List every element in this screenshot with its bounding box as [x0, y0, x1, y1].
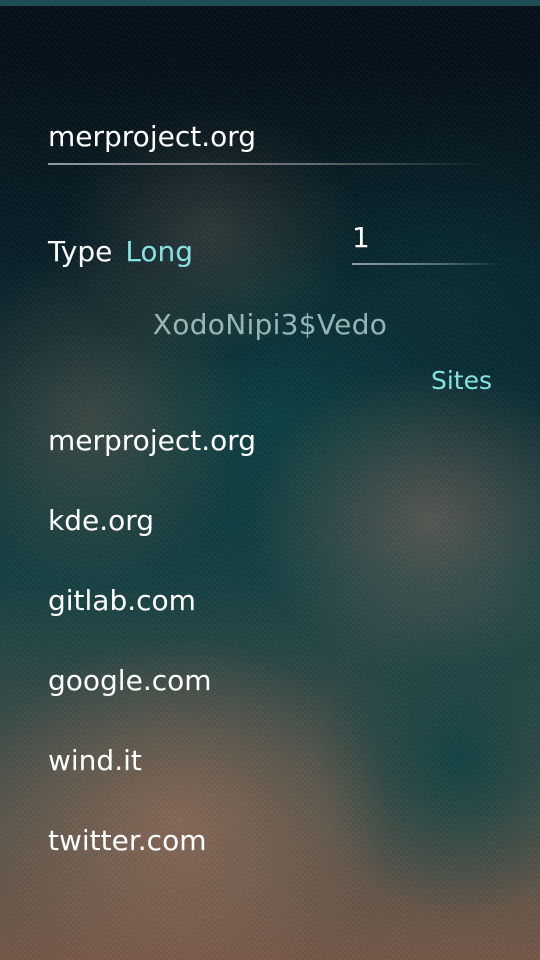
site-list: merproject.org kde.org gitlab.com google…	[0, 400, 540, 880]
site-list-item-gitlab[interactable]: gitlab.com	[0, 560, 540, 640]
site-name-input[interactable]	[48, 112, 488, 162]
sites-section-header: Sites	[430, 366, 492, 395]
site-list-item-google[interactable]: google.com	[0, 640, 540, 720]
type-value: Long	[125, 234, 194, 268]
counter-field[interactable]	[352, 214, 502, 266]
site-list-item-label: gitlab.com	[48, 583, 196, 617]
app-page: Type Long XodoNipi3$Vedo Sites merprojec…	[0, 0, 540, 960]
site-list-item-label: google.com	[48, 663, 212, 697]
counter-input[interactable]	[352, 214, 502, 262]
site-list-item-merproject[interactable]: merproject.org	[0, 400, 540, 480]
site-list-item-label: merproject.org	[48, 423, 257, 457]
site-name-underline	[48, 163, 488, 165]
site-list-item-label: wind.it	[48, 743, 142, 777]
generated-password[interactable]: XodoNipi3$Vedo	[0, 308, 540, 341]
type-combobox[interactable]: Type Long	[48, 226, 193, 276]
site-list-item-label: kde.org	[48, 503, 155, 537]
site-list-item-wind[interactable]: wind.it	[0, 720, 540, 800]
site-name-field[interactable]	[48, 112, 488, 165]
site-list-item-kde[interactable]: kde.org	[0, 480, 540, 560]
type-label: Type	[48, 234, 113, 268]
counter-underline	[352, 263, 502, 265]
site-list-item-twitter[interactable]: twitter.com	[0, 800, 540, 880]
site-list-item-label: twitter.com	[48, 823, 207, 857]
top-edge-bar	[0, 0, 540, 6]
